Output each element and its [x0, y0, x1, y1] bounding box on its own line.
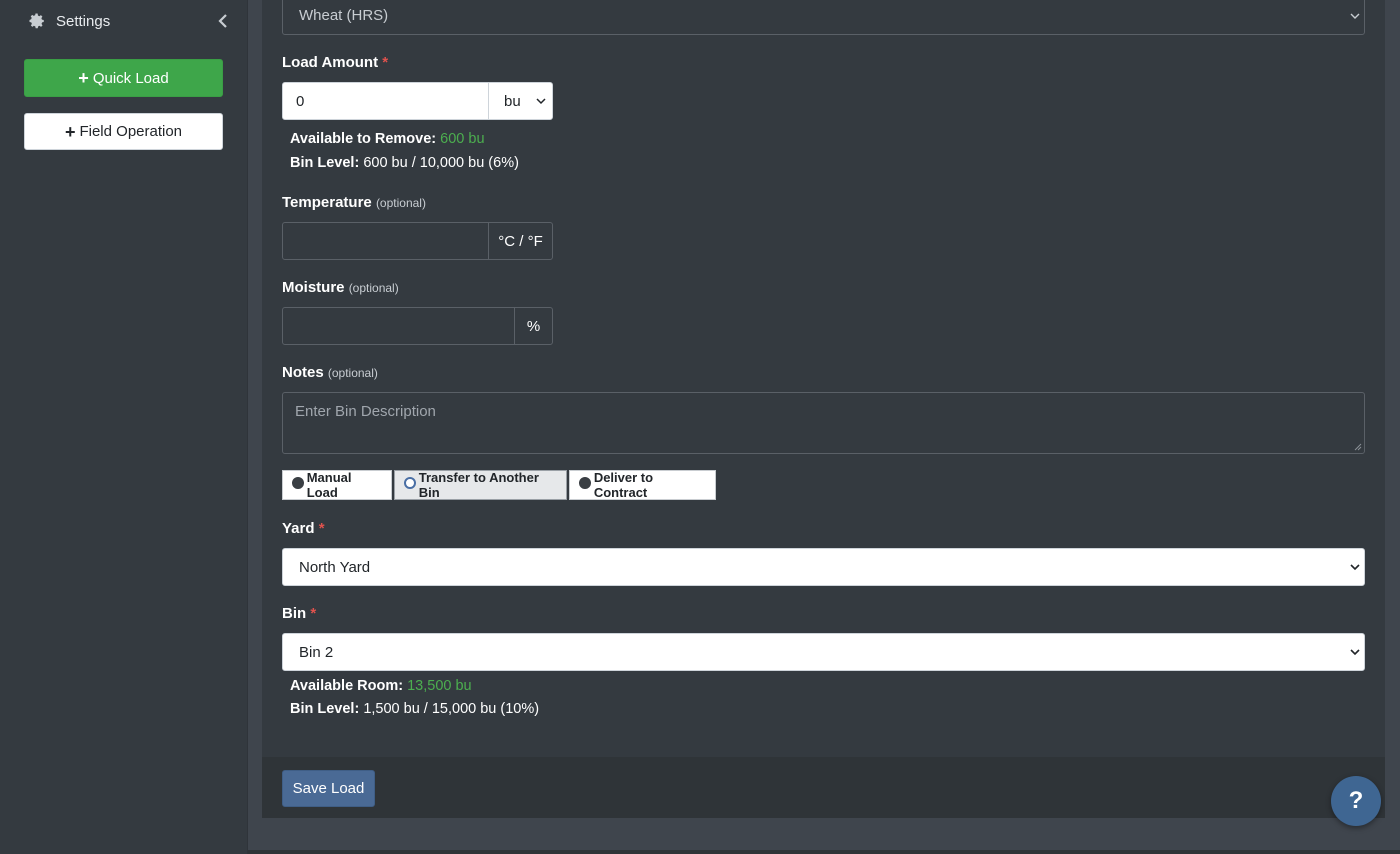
- bin-label-text: Bin: [282, 605, 307, 622]
- quick-load-button[interactable]: + Quick Load: [24, 59, 223, 97]
- yard-label-text: Yard: [282, 520, 315, 537]
- available-to-remove-value: 600 bu: [440, 131, 485, 147]
- moisture-label: Moisture (optional): [282, 279, 399, 296]
- source-bin-level-label: Bin Level:: [290, 155, 360, 171]
- load-unit-value: bu: [504, 92, 521, 110]
- form-footer: [262, 757, 1385, 818]
- temperature-unit: °C / °F: [498, 232, 543, 250]
- bin-select-value: Bin 2: [299, 643, 334, 661]
- radio-deliver-label: Deliver to Contract: [593, 470, 654, 500]
- yard-label: Yard *: [282, 520, 325, 537]
- notes-textarea[interactable]: Enter Bin Description: [282, 392, 1365, 454]
- radio-circle-icon: [579, 477, 591, 489]
- required-mark: *: [382, 54, 389, 71]
- load-amount-label-text: Load Amount: [282, 54, 379, 71]
- page-bottom-strip: [248, 850, 1400, 854]
- sidebar: Settings + Quick Load + Field Operation: [0, 0, 248, 854]
- temperature-label-text: Temperature: [282, 194, 372, 211]
- chevron-down-icon: [1350, 564, 1360, 571]
- radio-deliver-to-contract[interactable]: Deliver to Contract: [569, 470, 716, 500]
- chevron-down-icon: [1350, 13, 1360, 19]
- chevron-down-icon: [1350, 649, 1360, 656]
- destination-bin-level-label: Bin Level:: [290, 701, 360, 717]
- yard-select[interactable]: North Yard: [282, 548, 1365, 586]
- help-button[interactable]: ?: [1331, 776, 1381, 826]
- radio-transfer-to-another-bin[interactable]: Transfer to Another Bin: [394, 470, 567, 500]
- available-room-value: 13,500 bu: [407, 678, 472, 694]
- sidebar-item-settings[interactable]: Settings: [28, 8, 228, 34]
- notes-placeholder: Enter Bin Description: [295, 403, 436, 420]
- available-room: Available Room: 13,500 bu: [290, 678, 472, 694]
- load-amount-input[interactable]: 0: [282, 82, 489, 120]
- available-room-label: Available Room:: [290, 678, 404, 694]
- temperature-label: Temperature (optional): [282, 194, 426, 211]
- commodity-select[interactable]: Wheat (HRS): [282, 0, 1365, 35]
- field-operation-button[interactable]: + Field Operation: [24, 113, 223, 150]
- optional-tag: (optional): [327, 366, 378, 380]
- moisture-unit-addon: %: [514, 307, 553, 345]
- load-unit-select[interactable]: bu: [488, 82, 553, 120]
- temperature-unit-addon: °C / °F: [488, 222, 553, 260]
- question-mark-icon: ?: [1348, 787, 1364, 814]
- radio-circle-icon: [404, 477, 416, 489]
- bin-select[interactable]: Bin 2: [282, 633, 1365, 671]
- temperature-input[interactable]: [282, 222, 489, 260]
- radio-manual-load-label: Manual Load: [306, 470, 352, 500]
- source-bin-level-value: 600 bu / 10,000 bu (6%): [363, 155, 519, 171]
- sidebar-settings-label: Settings: [56, 12, 111, 30]
- load-amount-label: Load Amount *: [282, 54, 388, 71]
- radio-transfer-label: Transfer to Another Bin: [418, 470, 539, 500]
- yard-select-value: North Yard: [299, 558, 371, 576]
- plus-icon: +: [64, 121, 76, 142]
- available-to-remove-label: Available to Remove:: [290, 131, 437, 147]
- notes-label-text: Notes: [282, 364, 324, 381]
- moisture-unit: %: [526, 317, 541, 335]
- required-mark: *: [310, 605, 317, 622]
- available-to-remove: Available to Remove: 600 bu: [290, 131, 485, 147]
- notes-label: Notes (optional): [282, 364, 378, 381]
- field-operation-label: Field Operation: [79, 123, 183, 140]
- load-amount-value: 0: [296, 92, 305, 110]
- destination-bin-level-value: 1,500 bu / 15,000 bu (10%): [363, 701, 540, 717]
- load-type-radio-group: Manual Load Transfer to Another Bin Deli…: [282, 470, 718, 500]
- save-load-button[interactable]: Save Load: [282, 770, 375, 807]
- source-bin-level: Bin Level: 600 bu / 10,000 bu (6%): [290, 155, 519, 171]
- optional-tag: (optional): [348, 281, 399, 295]
- radio-circle-icon: [292, 477, 304, 489]
- moisture-label-text: Moisture: [282, 279, 345, 296]
- resize-grip-icon[interactable]: [1354, 443, 1362, 451]
- bin-label: Bin *: [282, 605, 316, 622]
- moisture-input[interactable]: [282, 307, 515, 345]
- chevron-down-icon: [536, 98, 546, 105]
- quick-load-label: Quick Load: [92, 69, 169, 87]
- save-load-label: Save Load: [292, 780, 365, 797]
- gear-icon: [29, 13, 44, 29]
- chevron-left-icon[interactable]: [218, 14, 228, 28]
- required-mark: *: [318, 520, 325, 537]
- destination-bin-level: Bin Level: 1,500 bu / 15,000 bu (10%): [290, 701, 539, 717]
- radio-manual-load[interactable]: Manual Load: [282, 470, 392, 500]
- optional-tag: (optional): [375, 196, 426, 210]
- commodity-select-value: Wheat (HRS): [299, 7, 389, 24]
- plus-icon: +: [78, 68, 89, 88]
